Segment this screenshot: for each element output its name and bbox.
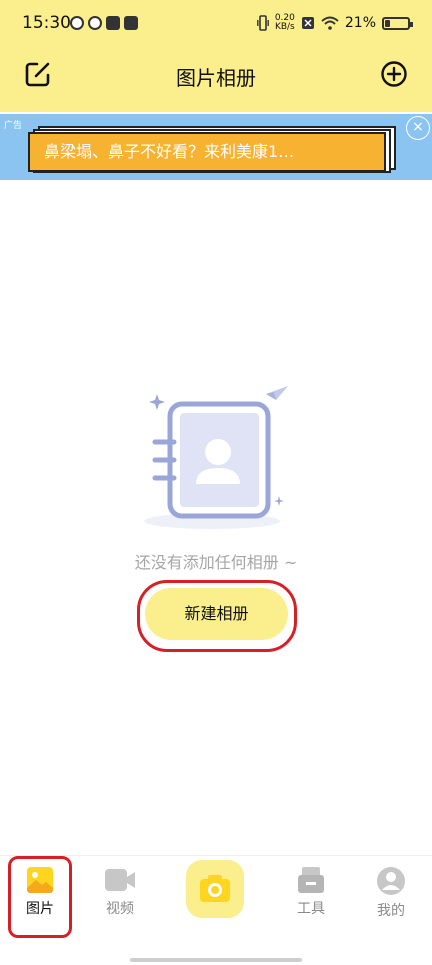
app-notification-icon: [70, 16, 84, 30]
battery-icon: [382, 16, 413, 30]
bottom-tab-bar: 图片 视频 工具 我的: [0, 855, 432, 965]
tab-tools-label: 工具: [297, 901, 325, 917]
ad-text[interactable]: 鼻梁塌、鼻子不好看？来利美康1…: [28, 132, 386, 172]
camera-button[interactable]: [186, 860, 244, 918]
status-bar: 15:30 0.20 KB/s 21%: [0, 0, 432, 48]
create-button-highlight: [137, 580, 297, 652]
tab-videos-label: 视频: [106, 901, 134, 917]
tab-images-highlight: [8, 856, 72, 938]
status-app-icons: [70, 16, 138, 30]
no-sim-icon: [301, 17, 314, 29]
app-notification-icon: [88, 16, 102, 30]
top-bar: 15:30 0.20 KB/s 21% 图片相册: [0, 0, 432, 112]
net-speed: 0.20 KB/s: [275, 14, 295, 32]
battery-percent: 21%: [344, 15, 376, 31]
ad-banner[interactable]: 广告 鼻梁塌、鼻子不好看？来利美康1… ×: [0, 114, 432, 180]
tiktok-icon: [124, 16, 138, 30]
ad-card-stack: 鼻梁塌、鼻子不好看？来利美康1…: [28, 126, 396, 173]
plus-circle-icon[interactable]: [380, 60, 408, 88]
status-right: 0.20 KB/s 21%: [256, 14, 413, 32]
ad-close-icon[interactable]: ×: [406, 116, 430, 140]
camera-icon: [200, 875, 230, 902]
page-title: 图片相册: [176, 66, 256, 90]
tab-tools[interactable]: 工具: [281, 866, 341, 918]
app-notification-icon: [106, 16, 120, 30]
empty-album-illustration: [144, 386, 288, 529]
tab-mine-label: 我的: [377, 903, 405, 919]
tab-videos[interactable]: 视频: [90, 866, 150, 918]
tab-mine[interactable]: 我的: [361, 866, 421, 920]
status-time: 15:30: [22, 13, 71, 33]
toolbox-icon: [298, 867, 324, 893]
video-icon: [105, 869, 135, 891]
ad-tag: 广告: [4, 121, 23, 131]
user-icon: [377, 867, 405, 895]
vibrate-icon: [256, 15, 269, 31]
net-speed-unit: KB/s: [274, 22, 295, 32]
empty-message: 还没有添加任何相册 ~: [134, 553, 298, 572]
home-indicator[interactable]: [130, 958, 302, 962]
wifi-icon: [321, 16, 339, 30]
